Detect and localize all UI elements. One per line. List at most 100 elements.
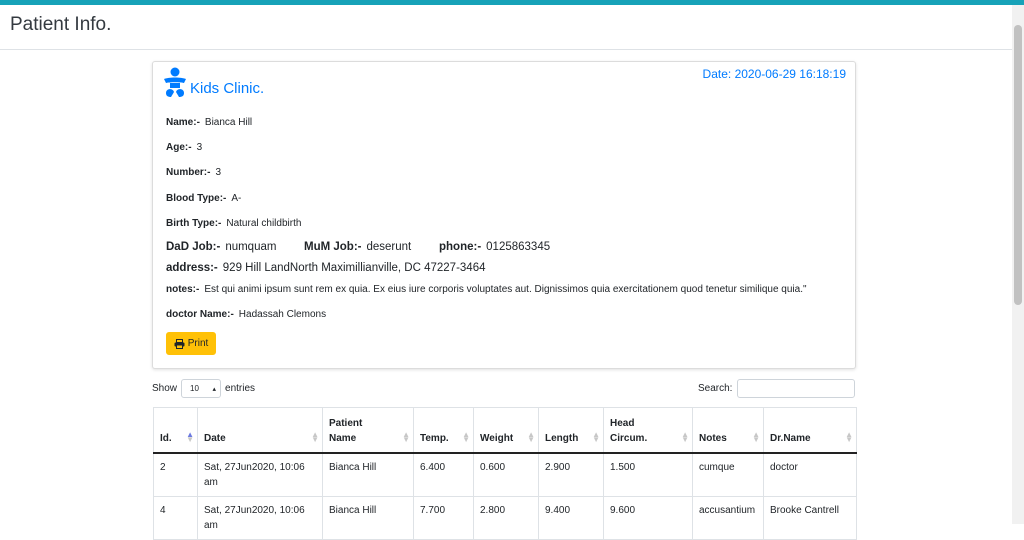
mum-job-value: deserunt — [366, 241, 412, 253]
doctor-field: doctor Name:- Hadassah Clemons — [166, 309, 326, 320]
blood-type-label: Blood Type:- — [166, 193, 227, 204]
table-cell: 6.400 — [413, 452, 474, 497]
entries-control: Show 10 ▴ entries — [152, 379, 255, 398]
notes-field: notes:- Est qui animi ipsum sunt rem ex q… — [166, 284, 807, 295]
doctor-label: doctor Name:- — [166, 309, 234, 320]
mum-job-field: MuM Job:- deserunt — [304, 241, 411, 253]
mum-job-label: MuM Job:- — [304, 241, 362, 253]
age-field: Age:- 3 — [166, 142, 202, 153]
table-row: 4 Sat, 27Jun2020, 10:06 am Bianca Hill 7.70… — [153, 495, 857, 540]
sort-arrows-icon: ▲ ▼ — [186, 429, 194, 444]
page-title: Patient Info. — [10, 14, 112, 35]
column-header-label: Head — [610, 417, 635, 429]
dad-job-label: DaD Job:- — [166, 241, 221, 253]
column-header[interactable]: Length ▲ ▼ — [538, 407, 604, 454]
table-cell: 2.800 — [473, 495, 539, 540]
header-bar: Patient Info. — [0, 5, 1012, 50]
column-header-label: Name — [329, 432, 357, 444]
address-label: address:- — [166, 262, 218, 274]
name-field: Name:- Bianca Hill — [166, 117, 252, 128]
table-body: 2 Sat, 27Jun2020, 10:06 am Bianca Hill 6.40… — [153, 452, 857, 540]
column-header-label: Date — [204, 432, 226, 444]
visit-date: Date: 2020-06-29 16:18:19 — [702, 67, 846, 81]
table-cell: accusantium — [692, 495, 764, 540]
table-cell: Bianca Hill — [322, 495, 414, 540]
notes-value: Est qui animi ipsum sunt rem ex quia. Ex… — [204, 284, 807, 295]
print-button[interactable]: Print — [166, 332, 216, 355]
number-field: Number:- 3 — [166, 167, 221, 178]
birth-type-value: Natural childbirth — [226, 218, 302, 229]
number-label: Number:- — [166, 167, 211, 178]
table-cell: Brooke Cantrell — [763, 495, 857, 540]
phone-label: phone:- — [439, 241, 482, 253]
entries-value: 10 — [190, 384, 199, 393]
table-cell: 2.900 — [538, 452, 604, 497]
search-control: Search: — [698, 379, 856, 398]
column-header[interactable]: Notes ▲ ▼ — [692, 407, 764, 454]
clinic-name: Kids Clinic. — [190, 80, 265, 97]
column-header[interactable]: Head Circum. ▲ ▼ — [603, 407, 693, 454]
column-header-label: Temp. — [420, 432, 449, 444]
visits-table: Id. ▲ ▼ Date ▲ ▼ Patient Name ▲ ▼ Temp. ▲ ▼ Weight ▲ ▼ L… — [153, 407, 857, 540]
birth-type-field: Birth Type:- Natural childbirth — [166, 218, 301, 229]
column-header-label: Patient — [329, 417, 363, 429]
sort-arrows-icon: ▲ ▼ — [752, 429, 760, 444]
table-cell: Bianca Hill — [322, 452, 414, 497]
notes-label: notes:- — [166, 284, 200, 295]
name-label: Name:- — [166, 117, 200, 128]
table-cell: Sat, 27Jun2020, 10:06 am — [197, 495, 323, 540]
sort-arrows-icon: ▲ ▼ — [462, 429, 470, 444]
baby-icon — [164, 67, 186, 97]
dad-job-value: numquam — [225, 241, 277, 253]
column-header[interactable]: Weight ▲ ▼ — [473, 407, 539, 454]
column-header-label: Id. — [160, 432, 172, 444]
column-header-label: Circum. — [610, 432, 648, 444]
column-header-label: Notes — [699, 432, 727, 444]
table-cell: 9.400 — [538, 495, 604, 540]
column-header[interactable]: Date ▲ ▼ — [197, 407, 323, 454]
chevron-updown-icon: ▴ — [212, 385, 217, 393]
table-cell: Sat, 27Jun2020, 10:06 am — [197, 452, 323, 497]
show-label: Show — [152, 383, 178, 394]
sort-arrows-icon: ▲ ▼ — [681, 429, 689, 444]
column-header-label: Weight — [480, 432, 514, 444]
sort-arrows-icon: ▲ ▼ — [402, 429, 410, 444]
phone-field: phone:- 0125863345 — [439, 241, 550, 253]
column-header[interactable]: Dr.Name ▲ ▼ — [763, 407, 857, 454]
sort-arrows-icon: ▲ ▼ — [592, 429, 600, 444]
phone-value: 0125863345 — [486, 241, 551, 253]
entries-label: entries — [225, 383, 256, 394]
print-label: Print — [187, 338, 209, 349]
table-row: 2 Sat, 27Jun2020, 10:06 am Bianca Hill 6.40… — [153, 452, 857, 497]
table-cell: 9.600 — [603, 495, 693, 540]
age-value: 3 — [196, 142, 203, 153]
birth-type-label: Birth Type:- — [166, 218, 222, 229]
sort-arrows-icon: ▲ ▼ — [527, 429, 535, 444]
table-cell: 7.700 — [413, 495, 474, 540]
column-header[interactable]: Patient Name ▲ ▼ — [322, 407, 414, 454]
doctor-value: Hadassah Clemons — [238, 309, 327, 320]
column-header-label: Dr.Name — [770, 432, 811, 444]
address-value: 929 Hill LandNorth Maximillianville, DC … — [222, 262, 486, 274]
scrollbar-thumb[interactable] — [1014, 25, 1022, 305]
entries-select[interactable]: 10 ▴ — [181, 379, 222, 398]
column-header-label: Length — [545, 432, 579, 444]
table-header-row: Id. ▲ ▼ Date ▲ ▼ Patient Name ▲ ▼ Temp. ▲ ▼ Weight ▲ ▼ L… — [153, 407, 857, 454]
name-value: Bianca Hill — [204, 117, 253, 128]
sort-arrows-icon: ▲ ▼ — [311, 429, 319, 444]
blood-type-field: Blood Type:- A- — [166, 193, 241, 204]
column-header[interactable]: Temp. ▲ ▼ — [413, 407, 474, 454]
patient-info-card: Kids Clinic. Date: 2020-06-29 16:18:19 N… — [152, 61, 856, 369]
search-input[interactable] — [737, 379, 856, 398]
table-cell: doctor — [763, 452, 857, 497]
number-value: 3 — [215, 167, 222, 178]
blood-type-value: A- — [231, 193, 242, 204]
column-header[interactable]: Id. ▲ ▼ — [153, 407, 198, 454]
printer-icon — [174, 338, 185, 349]
vertical-scrollbar[interactable] — [1012, 5, 1024, 524]
age-label: Age:- — [166, 142, 192, 153]
table-cell: 1.500 — [603, 452, 693, 497]
search-label: Search: — [698, 383, 733, 394]
table-cell: 0.600 — [473, 452, 539, 497]
table-cell: 4 — [153, 495, 198, 540]
